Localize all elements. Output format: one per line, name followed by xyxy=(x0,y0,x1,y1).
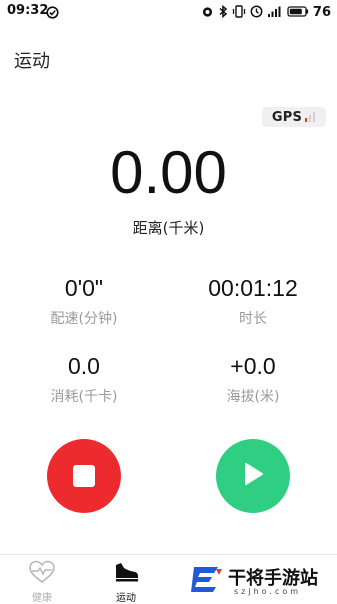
play-icon xyxy=(241,461,265,491)
watermark-url: szjho.com xyxy=(234,587,302,596)
tab-sport[interactable]: 运动 xyxy=(96,559,156,604)
status-icons: 76 xyxy=(201,3,331,22)
tab-sport-label: 运动 xyxy=(116,593,136,604)
tab-health[interactable]: 健康 xyxy=(12,559,72,604)
signal-icon xyxy=(267,3,283,22)
shoe-icon xyxy=(112,563,140,589)
stat-duration: 00:01:12 时长 xyxy=(183,275,323,328)
stat-calories: 0.0 消耗(千卡) xyxy=(14,353,154,406)
tab-health-label: 健康 xyxy=(32,593,52,604)
watermark-logo-icon xyxy=(190,563,224,599)
stat-pace: 0'0" 配速(分钟) xyxy=(14,275,154,328)
alarm-icon xyxy=(201,3,214,22)
page-title: 运动 xyxy=(14,51,50,72)
calories-label: 消耗(千卡) xyxy=(50,389,118,405)
stat-altitude: +0.0 海拔(米) xyxy=(183,353,323,406)
battery-icon xyxy=(287,3,309,22)
distance-value: 0.00 xyxy=(110,139,227,206)
altitude-value: +0.0 xyxy=(230,353,276,379)
clock-icon xyxy=(250,3,263,22)
duration-label: 时长 xyxy=(239,311,267,327)
gps-status-badge: GPS xyxy=(262,107,326,127)
duration-value: 00:01:12 xyxy=(208,275,298,301)
stop-button[interactable] xyxy=(47,439,121,513)
battery-percent: 76 xyxy=(312,5,331,20)
start-button[interactable] xyxy=(216,439,290,513)
heart-pulse-icon xyxy=(28,560,56,589)
bluetooth-icon xyxy=(218,3,228,22)
check-circle-icon xyxy=(46,4,59,23)
gps-signal-icon xyxy=(304,108,316,127)
gps-label: GPS xyxy=(271,109,303,125)
distance-label: 距离(千米) xyxy=(132,219,205,237)
stop-icon xyxy=(73,465,95,487)
status-time: 09:32 xyxy=(7,3,49,18)
watermark: 干将手游站 szjho.com xyxy=(188,560,337,600)
vibrate-icon xyxy=(232,3,246,22)
pace-value: 0'0" xyxy=(64,275,104,301)
calories-value: 0.0 xyxy=(68,353,100,379)
status-bar: 09:32 76 xyxy=(0,0,337,22)
altitude-label: 海拔(米) xyxy=(226,389,280,405)
pace-label: 配速(分钟) xyxy=(50,311,118,327)
